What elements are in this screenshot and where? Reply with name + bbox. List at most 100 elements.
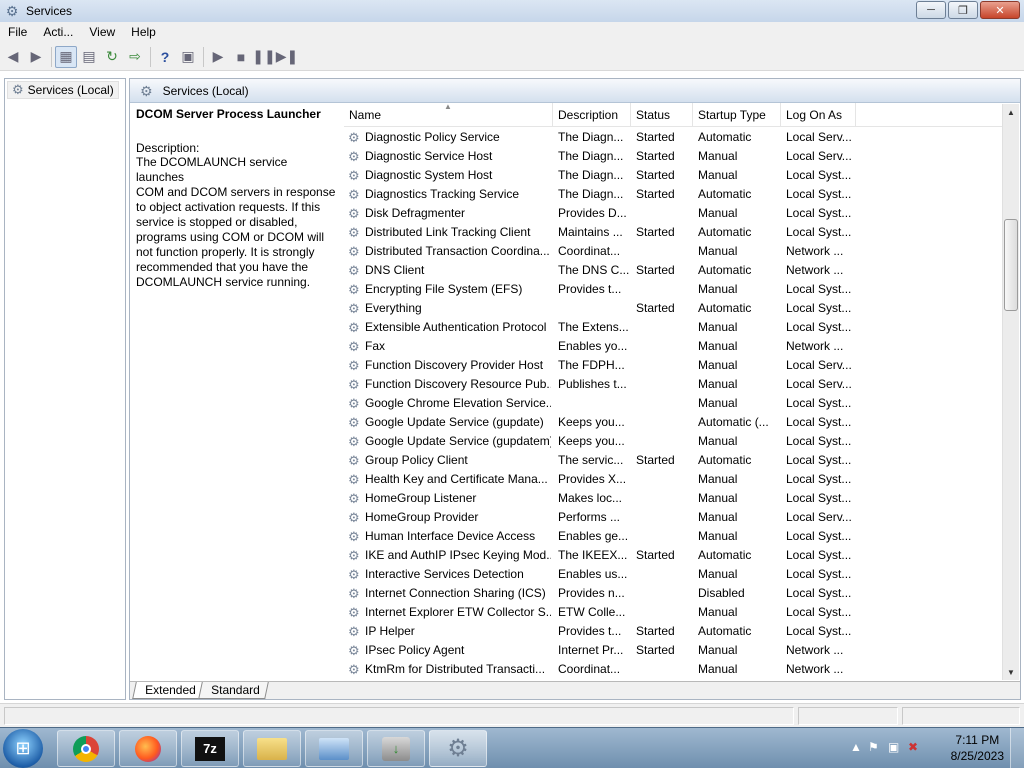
taskbar-chrome[interactable] (57, 730, 115, 767)
start-button[interactable]: ⊞ (3, 729, 43, 768)
service-description: Enables us... (558, 567, 628, 581)
taskbar-services[interactable]: ⚙ (429, 730, 487, 767)
service-startup-type: Automatic (698, 187, 752, 201)
table-row[interactable]: ⚙ Health Key and Certificate Mana... Provi… (344, 470, 1004, 489)
menu-help[interactable]: Help (123, 22, 164, 43)
table-row[interactable]: ⚙ Diagnostic Service Host The Diagn... Star… (344, 147, 1004, 166)
volume-muted-icon[interactable]: ✖ (908, 740, 918, 754)
table-row[interactable]: ⚙ DNS Client The DNS C... Started Automatic N… (344, 261, 1004, 280)
title-bar[interactable]: ⚙ Services ─ ❐ ✕ (0, 0, 1024, 22)
service-status: Started (636, 548, 675, 562)
table-row[interactable]: ⚙ Internet Connection Sharing (ICS) Provid… (344, 584, 1004, 603)
table-row[interactable]: ⚙ Distributed Transaction Coordina... Coor… (344, 242, 1004, 261)
service-startup-type: Manual (698, 339, 738, 353)
table-row[interactable]: ⚙ HomeGroup Provider Performs ... Manual Loc… (344, 508, 1004, 527)
tree-item-label: Services (Local) (27, 83, 114, 97)
service-name: Distributed Transaction Coordina... (365, 244, 550, 258)
forward-icon[interactable]: ▶ (25, 46, 47, 68)
column-header-status[interactable]: Status (631, 103, 693, 127)
table-row[interactable]: ⚙ Group Policy Client The servic... Started… (344, 451, 1004, 470)
restart-service-icon[interactable]: ▶❚ (276, 46, 299, 68)
scroll-up-icon[interactable]: ▲ (1003, 104, 1019, 120)
service-startup-type: Manual (698, 358, 738, 372)
clock[interactable]: 7:11 PM 8/25/2023 (951, 732, 1004, 764)
export-list-icon[interactable]: ⇨ (124, 46, 146, 68)
taskbar-7zip[interactable]: 7z (181, 730, 239, 767)
show-hide-console-tree-icon[interactable]: ▦ (55, 45, 77, 68)
service-gear-icon: ⚙ (348, 491, 360, 506)
service-status (636, 394, 694, 413)
menu-file[interactable]: File (0, 22, 35, 43)
tab-standard[interactable]: Standard (198, 682, 269, 699)
refresh-icon[interactable]: ↻ (101, 46, 123, 68)
service-name: HomeGroup Listener (365, 491, 477, 505)
taskbar-firefox[interactable] (119, 730, 177, 767)
table-row[interactable]: ⚙ IKE and AuthIP IPsec Keying Mod... The I… (344, 546, 1004, 565)
table-row[interactable]: ⚙ Human Interface Device Access Enables ge… (344, 527, 1004, 546)
table-row[interactable]: ⚙ Disk Defragmenter Provides D... Manual Loc… (344, 204, 1004, 223)
table-row[interactable]: ⚙ Diagnostic Policy Service The Diagn... St… (344, 128, 1004, 147)
table-row[interactable]: ⚙ Internet Explorer ETW Collector S... ETW… (344, 603, 1004, 622)
back-icon[interactable]: ◀ (2, 46, 24, 68)
action-center-flag-icon[interactable]: ⚑ (868, 740, 879, 754)
menu-bar: File Acti... View Help (0, 22, 1024, 43)
service-log-on-as: Local Syst... (786, 605, 852, 619)
service-name: Distributed Link Tracking Client (365, 225, 531, 239)
table-row[interactable]: ⚙ Fax Enables yo... Manual Network ... (344, 337, 1004, 356)
table-row[interactable]: ⚙ Encrypting File System (EFS) Provides t.… (344, 280, 1004, 299)
stop-service-icon[interactable]: ■ (230, 46, 252, 68)
console-icon[interactable]: ▣ (177, 46, 199, 68)
table-row[interactable]: ⚙ Extensible Authentication Protocol The E… (344, 318, 1004, 337)
show-hidden-icons-icon[interactable]: ▲ (850, 740, 862, 754)
help-icon[interactable]: ? (154, 46, 176, 68)
tab-extended[interactable]: Extended (132, 682, 205, 699)
tab-label: Extended (145, 683, 196, 697)
taskbar-installer[interactable]: ↓ (367, 730, 425, 767)
service-name: Human Interface Device Access (365, 529, 536, 543)
maximize-button[interactable]: ❐ (948, 1, 978, 19)
table-row[interactable]: ⚙ Everything Started Automatic Local Syst... (344, 299, 1004, 318)
table-row[interactable]: ⚙ Diagnostics Tracking Service The Diagn..… (344, 185, 1004, 204)
table-row[interactable]: ⚙ Function Discovery Resource Pub... Publi… (344, 375, 1004, 394)
column-header-startup-type[interactable]: Startup Type (693, 103, 781, 127)
taskbar-explorer[interactable] (243, 730, 301, 767)
service-gear-icon: ⚙ (348, 662, 360, 677)
close-button[interactable]: ✕ (980, 1, 1020, 19)
status-pane (4, 707, 794, 725)
tree-item-services-local[interactable]: ⚙ Services (Local) (7, 81, 119, 99)
vertical-scrollbar[interactable]: ▲ ▼ (1002, 104, 1019, 680)
table-row[interactable]: ⚙ Google Update Service (gupdate) Keeps yo… (344, 413, 1004, 432)
table-row[interactable]: ⚙ HomeGroup Listener Makes loc... Manual Loc… (344, 489, 1004, 508)
pause-service-icon[interactable]: ❚❚ (252, 46, 275, 68)
scroll-down-icon[interactable]: ▼ (1003, 664, 1019, 680)
service-description: Coordinat... (558, 244, 621, 258)
description-line: programs using COM or DCOM will (136, 230, 325, 244)
column-header-name[interactable]: ▲ Name (344, 103, 553, 127)
taskbar-control-panel[interactable] (305, 730, 363, 767)
table-row[interactable]: ⚙ KtmRm for Distributed Transacti... Coord… (344, 660, 1004, 679)
table-row[interactable]: ⚙ Function Discovery Provider Host The FDP… (344, 356, 1004, 375)
column-header-description[interactable]: Description (553, 103, 631, 127)
network-icon[interactable]: ▣ (888, 740, 899, 754)
menu-view[interactable]: View (81, 22, 123, 43)
show-desktop-button[interactable] (1010, 728, 1024, 768)
scrollbar-thumb[interactable] (1004, 219, 1018, 311)
start-service-icon[interactable]: ▶ (207, 46, 229, 68)
service-description: Keeps you... (558, 434, 625, 448)
properties-icon[interactable]: ▤ (78, 46, 100, 68)
column-header-log-on-as[interactable]: Log On As (781, 103, 856, 127)
table-row[interactable]: ⚙ Google Chrome Elevation Service... Manua… (344, 394, 1004, 413)
table-row[interactable]: ⚙ Google Update Service (gupdatem) Keeps y… (344, 432, 1004, 451)
table-row[interactable]: ⚙ IP Helper Provides t... Started Automatic L… (344, 622, 1004, 641)
table-row[interactable]: ⚙ IPsec Policy Agent Internet Pr... Started… (344, 641, 1004, 660)
minimize-button[interactable]: ─ (916, 1, 946, 19)
menu-action[interactable]: Acti... (35, 22, 81, 43)
table-row[interactable]: ⚙ Diagnostic System Host The Diagn... Start… (344, 166, 1004, 185)
table-row[interactable]: ⚙ Interactive Services Detection Enables u… (344, 565, 1004, 584)
services-list[interactable]: ▲ Name Description Status Startup Type L… (344, 103, 1004, 679)
service-description: Provides X... (558, 472, 627, 486)
service-description: Enables ge... (558, 529, 629, 543)
service-description (558, 394, 630, 413)
service-status: Started (636, 130, 675, 144)
table-row[interactable]: ⚙ Distributed Link Tracking Client Maintai… (344, 223, 1004, 242)
